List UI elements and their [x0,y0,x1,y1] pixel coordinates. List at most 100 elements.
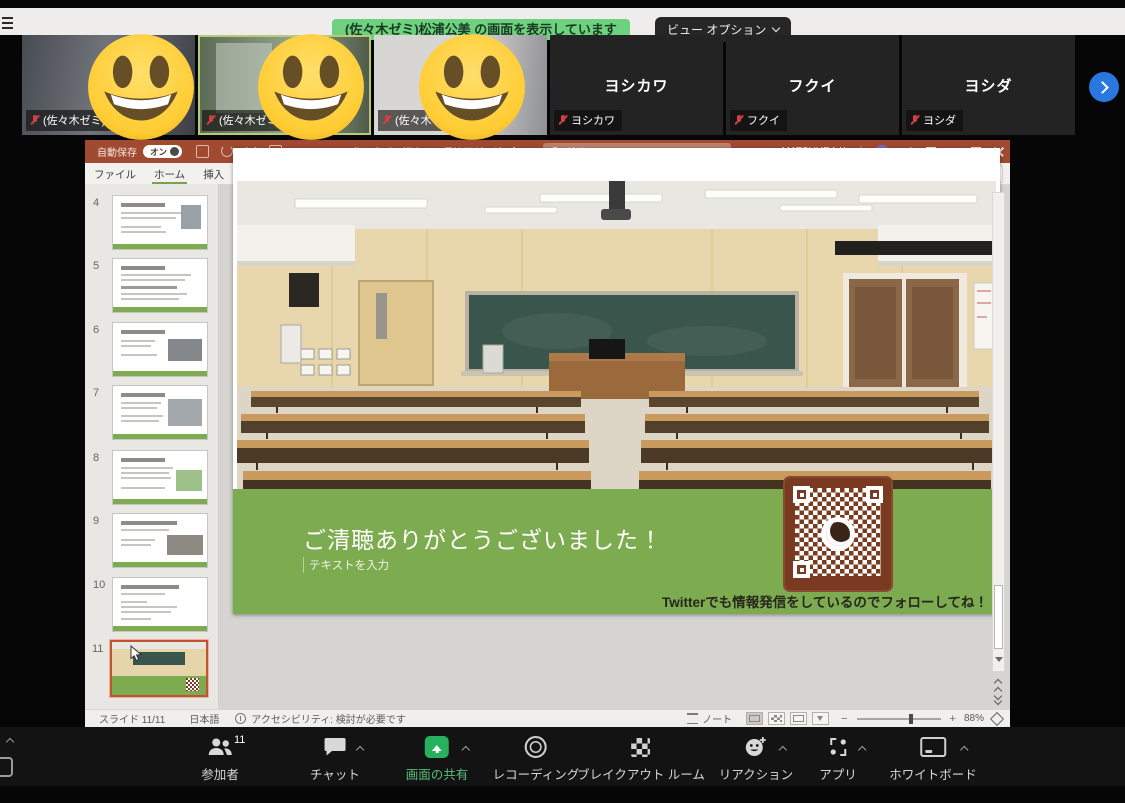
zoom-in-button[interactable]: + [950,713,956,725]
mic-muted-icon [910,114,919,126]
slide-number: 10 [93,579,105,591]
thumb-photo [168,399,202,426]
whiteboard-button[interactable]: ホワイトボード [889,735,977,783]
breakout-rooms-label: ブレイクアウト ルーム [577,764,705,783]
reactions-label: リアクション [719,764,793,783]
classroom-photo [237,181,996,496]
arrow-right-icon [1096,81,1109,94]
chevron-up-icon[interactable] [960,746,968,754]
autosave-toggle[interactable]: オン [143,145,182,158]
video-tile-yoshikawa[interactable]: ヨシカワ ヨシカワ [550,35,723,135]
slide-sorter-button[interactable] [768,712,785,725]
grinning-emoji-icon [418,33,526,141]
participant-name: ヨシカワ [571,112,615,128]
participants-label: 参加者 [201,764,239,783]
recording-button[interactable]: レコーディング [493,735,580,783]
reactions-button[interactable]: リアクション [719,735,793,783]
chevron-up-icon[interactable] [356,746,364,754]
thumbnail-slide-9[interactable]: 9 [112,513,208,568]
next-page-arrow-button[interactable] [1089,72,1119,102]
cutoff-audio-icon[interactable] [0,757,13,777]
reading-view-button[interactable] [790,712,807,725]
save-icon[interactable] [196,145,209,158]
zoom-slider-knob[interactable] [909,714,913,724]
recording-icon [525,735,547,759]
share-screen-icon [425,735,449,759]
apps-icon [827,735,849,759]
mic-muted-icon [382,114,391,126]
accessibility-status[interactable]: アクセシビリティ: 検討が必要です [251,711,405,726]
slide-counter: スライド 11/11 [99,711,165,726]
notes-button[interactable]: ノート [702,711,732,726]
slide-number: 8 [93,452,99,464]
fit-to-window-icon[interactable] [990,711,1004,725]
top-menu-strip: (佐々木ゼミ)松浦公美 の画面を表示しています ビュー オプション [0,8,1125,35]
thumb-title-bar [121,203,165,207]
mini-qr-code [186,678,199,691]
autosave-label: 自動保存 [97,144,137,159]
recording-label: レコーディング [493,764,580,783]
zoom-slider[interactable] [857,718,941,720]
previous-slide-button[interactable] [993,678,1003,690]
language-indicator[interactable]: 日本語 [189,711,219,726]
participants-button[interactable]: 11 参加者 [201,735,239,783]
slideshow-button[interactable] [812,712,829,725]
thumb-photo [181,205,201,229]
slide-canvas[interactable]: ご清聴ありがとうございました！ テキストを入力 Twitterでも情報発信をして… [233,148,1000,614]
grinning-emoji-icon [87,33,195,141]
chat-button[interactable]: チャット [310,735,360,783]
scroll-down-arrow-icon[interactable] [995,657,1003,666]
whiteboard-label: ホワイトボード [889,764,977,783]
zoom-toolbar: 11 参加者 チャット 画面の共有 レコーディング ブレイクアウト ルーム [0,727,1125,786]
video-tile-yoshida[interactable]: ヨシダ ヨシダ [902,35,1075,135]
zoom-out-button[interactable]: − [841,713,847,725]
tab-file[interactable]: ファイル [85,163,145,184]
chevron-up-icon[interactable] [462,746,470,754]
chevron-up-icon[interactable] [858,746,866,754]
thumbnail-slide-5[interactable]: 5 [112,258,208,313]
share-screen-button[interactable]: 画面の共有 [406,735,469,783]
twitter-note: Twitterでも情報発信をしているのでフォローしてね！ [662,591,988,611]
chat-icon [324,735,346,759]
tab-home[interactable]: ホーム [145,163,194,184]
tab-insert[interactable]: 挿入 [194,163,233,184]
notes-icon [687,713,698,724]
apps-button[interactable]: アプリ [819,735,857,783]
zoom-meeting-screen: (佐々木ゼミ)松浦公美 の画面を表示しています ビュー オプション (佐々木ゼミ… [0,0,1125,803]
mouse-cursor [130,645,143,662]
text-placeholder[interactable]: テキストを入力 [303,557,389,573]
normal-view-button[interactable] [746,712,763,725]
breakout-rooms-button[interactable]: ブレイクアウト ルーム [577,735,705,783]
scrollbar-thumb[interactable] [994,585,1003,649]
thumbnail-slide-10[interactable]: 10 [112,577,208,632]
chat-label: チャット [310,764,360,783]
slide-number: 6 [93,324,99,336]
powerpoint-window: 自動保存 オン 2023佐々木ゼミ紹介(1) • 最終更新日時: 金 0:05 … [85,140,1010,727]
thumbnail-slide-7[interactable]: 7 [112,385,208,440]
participants-count: 11 [234,734,245,746]
participant-name: フクイ [747,112,780,128]
qr-center-logo [821,517,855,551]
thumb-photo [168,339,202,361]
thumbnail-slide-4[interactable]: 4 [112,195,208,250]
thumbnail-slide-11-selected[interactable]: 11 [110,640,208,697]
next-slide-button[interactable] [993,694,1003,706]
slide-number: 5 [93,260,99,272]
undo-icon[interactable] [221,145,233,157]
slide-number: 11 [92,643,103,655]
slide-scrollbar[interactable] [992,192,1005,672]
chevron-up-icon[interactable] [779,746,787,754]
participant-name: ヨシダ [923,112,956,128]
statusbar-right: ノート − + 88% [687,711,1002,726]
thumbnail-slide-6[interactable]: 6 [112,322,208,377]
autosave-state: オン [150,146,167,158]
reactions-icon [744,735,768,759]
video-tile-fukui[interactable]: フクイ フクイ [726,35,899,135]
thumbnail-slide-8[interactable]: 8 [112,450,208,505]
mic-muted-icon [206,114,215,126]
zoom-level[interactable]: 88% [964,713,984,724]
slide-number: 9 [93,515,99,527]
ppt-statusbar: スライド 11/11 日本語 アクセシビリティ: 検討が必要です ノート − +… [85,709,1010,727]
toggle-knob [170,147,179,156]
breakout-rooms-icon [631,735,650,759]
